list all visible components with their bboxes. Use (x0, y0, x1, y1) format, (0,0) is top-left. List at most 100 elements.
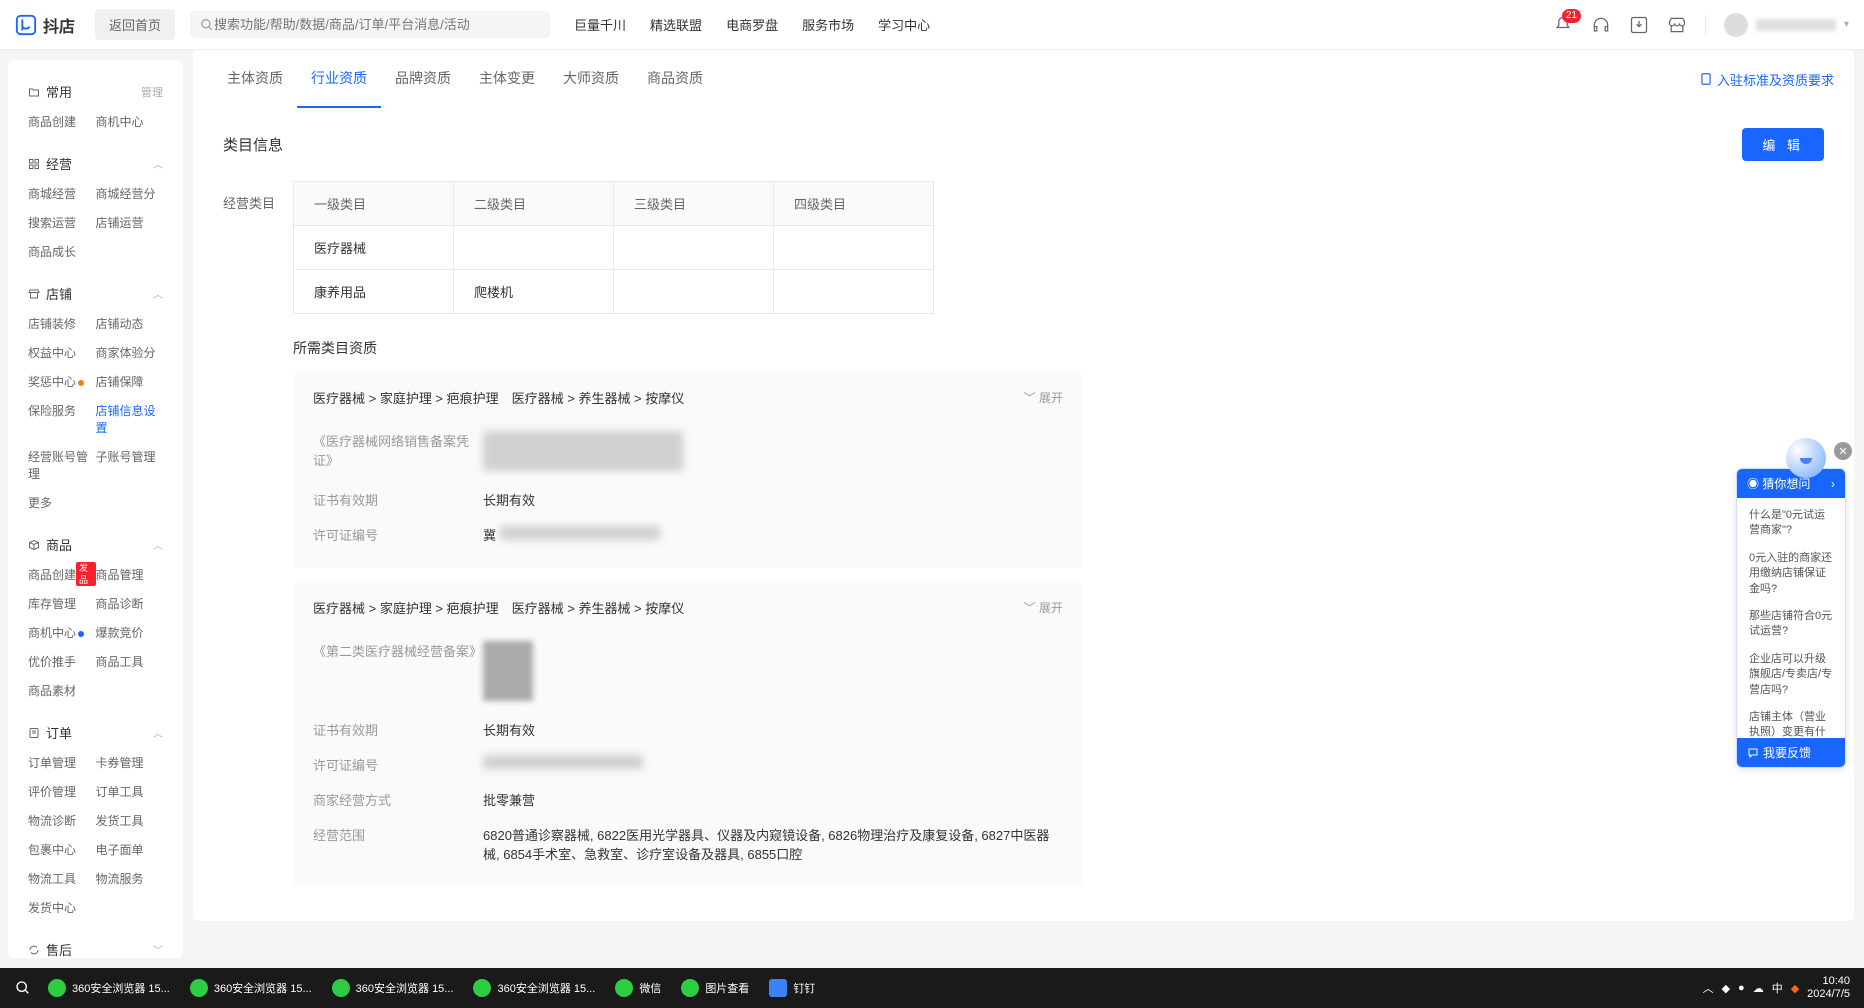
tabs: 主体资质 行业资质 品牌资质 主体变更 大师资质 商品资质 入驻标准及资质要求 (193, 50, 1854, 108)
sidebar-item[interactable]: 权益中心 (28, 338, 96, 367)
store-icon[interactable] (1667, 15, 1687, 35)
sidebar-item[interactable]: 商城经营分 (96, 179, 164, 208)
sidebar-label: 经营 (46, 154, 72, 173)
sidebar-group-common[interactable]: 常用 管理 (28, 76, 163, 107)
tray-icon[interactable]: ● (1738, 982, 1745, 994)
sidebar-item-opportunity[interactable]: 商机中心 (96, 107, 164, 136)
tab-brand[interactable]: 品牌资质 (381, 50, 465, 108)
sidebar-item-more[interactable]: 更多 (28, 488, 96, 517)
sidebar-item-create[interactable]: 商品创建 (28, 107, 96, 136)
close-assistant-button[interactable]: ✕ (1834, 442, 1852, 460)
sidebar-item[interactable]: 商品素材 (28, 676, 96, 705)
nav-market[interactable]: 服务市场 (802, 15, 854, 34)
edit-button[interactable]: 编 辑 (1742, 128, 1824, 161)
sidebar-item-shop-info[interactable]: 店铺信息设置 (96, 396, 164, 442)
sidebar-item[interactable]: 订单工具 (96, 777, 164, 806)
sidebar-item[interactable]: 发货工具 (96, 806, 164, 835)
nav-alliance[interactable]: 精选联盟 (650, 15, 702, 34)
validity-value: 长期有效 (483, 490, 1063, 509)
back-home-button[interactable]: 返回首页 (95, 9, 175, 40)
taskbar-clock[interactable]: 10:40 2024/7/5 (1807, 975, 1856, 1001)
taskbar-item[interactable]: 钉钉 (759, 968, 825, 1008)
sidebar-item[interactable]: 保险服务 (28, 396, 96, 442)
assist-item[interactable]: 那些店铺符合0元试运营? (1737, 603, 1845, 646)
taskbar-tray[interactable]: ︿ ◆ ● ☁ 中 ◆ 10:40 2024/7/5 (1703, 975, 1856, 1001)
sidebar-item[interactable]: 商城经营 (28, 179, 96, 208)
tray-icon[interactable]: ◆ (1722, 982, 1730, 995)
tray-ime[interactable]: 中 (1772, 980, 1783, 996)
standards-link[interactable]: 入驻标准及资质要求 (1699, 70, 1834, 89)
sidebar-item[interactable]: 卡券管理 (96, 748, 164, 777)
nav-compass[interactable]: 电商罗盘 (726, 15, 778, 34)
search-input[interactable] (214, 17, 540, 32)
list-icon (28, 727, 40, 739)
sidebar-item[interactable]: 搜索运营 (28, 208, 96, 237)
sidebar-item[interactable]: 商品创建发品 (28, 560, 96, 589)
sidebar-group-order[interactable]: 订单 ︿ (28, 717, 163, 748)
sidebar-item[interactable]: 商机中心 (28, 618, 96, 647)
nav-qianchuan[interactable]: 巨量千川 (574, 15, 626, 34)
sidebar-item[interactable]: 物流工具 (28, 864, 96, 893)
feedback-button[interactable]: 我要反馈 (1737, 738, 1845, 767)
tab-master[interactable]: 大师资质 (549, 50, 633, 108)
nav-learn[interactable]: 学习中心 (878, 15, 930, 34)
sidebar-item[interactable]: 店铺运营 (96, 208, 164, 237)
sidebar-label: 商品 (46, 535, 72, 554)
sidebar-group-aftersale[interactable]: 售后 ﹀ (28, 934, 163, 958)
assist-item[interactable]: 店铺主体（营业执照）变更有什么要求? (1737, 704, 1845, 738)
taskbar-item[interactable]: 360安全浏览器 15... (38, 968, 180, 1008)
assist-item[interactable]: 什么是"0元试运营商家"? (1737, 502, 1845, 545)
sidebar-item[interactable]: 商品工具 (96, 647, 164, 676)
sidebar-item[interactable]: 评价管理 (28, 777, 96, 806)
taskbar-item[interactable]: 360安全浏览器 15... (180, 968, 322, 1008)
sidebar-item[interactable]: 包裹中心 (28, 835, 96, 864)
headset-icon[interactable] (1591, 15, 1611, 35)
taskbar-item[interactable]: 微信 (605, 968, 671, 1008)
sidebar-item[interactable]: 店铺保障 (96, 367, 164, 396)
th-l3: 三级类目 (614, 182, 774, 226)
bell-icon[interactable]: 21 (1553, 15, 1573, 35)
sidebar-item[interactable]: 商品成长 (28, 237, 96, 266)
assist-item[interactable]: 0元入驻的商家还用缴纳店铺保证金吗? (1737, 545, 1845, 603)
sidebar-item[interactable]: 店铺动态 (96, 309, 164, 338)
sidebar-item[interactable]: 店铺装修 (28, 309, 96, 338)
assist-item[interactable]: 企业店可以升级旗舰店/专卖店/专营店吗? (1737, 646, 1845, 704)
taskbar-item[interactable]: 360安全浏览器 15... (463, 968, 605, 1008)
sidebar-item[interactable]: 爆款竞价 (96, 618, 164, 647)
search-box[interactable] (190, 11, 550, 38)
user-area[interactable]: ▾ (1724, 13, 1849, 37)
sidebar-item[interactable]: 经营账号管理 (28, 442, 96, 488)
sidebar-item[interactable]: 商品管理 (96, 560, 164, 589)
logo[interactable]: 抖店 (15, 13, 75, 37)
expand-toggle[interactable]: ﹀ 展开 (1024, 599, 1063, 616)
sidebar-item[interactable]: 电子面单 (96, 835, 164, 864)
tab-change[interactable]: 主体变更 (465, 50, 549, 108)
sidebar-item[interactable]: 商家体验分 (96, 338, 164, 367)
sidebar-group-shop[interactable]: 店铺 ︿ (28, 278, 163, 309)
sidebar-item[interactable]: 优价推手 (28, 647, 96, 676)
sidebar-item[interactable]: 发货中心 (28, 893, 96, 922)
taskbar-search[interactable] (8, 980, 38, 996)
download-icon[interactable] (1629, 15, 1649, 35)
sidebar-item[interactable]: 奖惩中心 (28, 367, 96, 396)
sidebar-group-product[interactable]: 商品 ︿ (28, 529, 163, 560)
sidebar-item[interactable]: 订单管理 (28, 748, 96, 777)
sidebar-item[interactable]: 库存管理 (28, 589, 96, 618)
sidebar-item[interactable]: 物流服务 (96, 864, 164, 893)
tray-chevron-icon[interactable]: ︿ (1703, 980, 1714, 996)
expand-toggle[interactable]: ﹀ 展开 (1024, 389, 1063, 406)
taskbar-item[interactable]: 360安全浏览器 15... (322, 968, 464, 1008)
cell (614, 270, 774, 314)
tab-industry[interactable]: 行业资质 (297, 50, 381, 108)
tray-icon[interactable]: ☁ (1753, 982, 1764, 995)
sidebar-group-business[interactable]: 经营 ︿ (28, 148, 163, 179)
sidebar-item[interactable]: 子账号管理 (96, 442, 164, 488)
tab-entity[interactable]: 主体资质 (213, 50, 297, 108)
bot-icon[interactable] (1786, 438, 1826, 478)
taskbar-item[interactable]: 图片查看 (671, 968, 759, 1008)
manage-link[interactable]: 管理 (141, 84, 163, 100)
sidebar-item[interactable]: 商品诊断 (96, 589, 164, 618)
tray-icon[interactable]: ◆ (1791, 982, 1799, 995)
tab-product[interactable]: 商品资质 (633, 50, 717, 108)
sidebar-item[interactable]: 物流诊断 (28, 806, 96, 835)
